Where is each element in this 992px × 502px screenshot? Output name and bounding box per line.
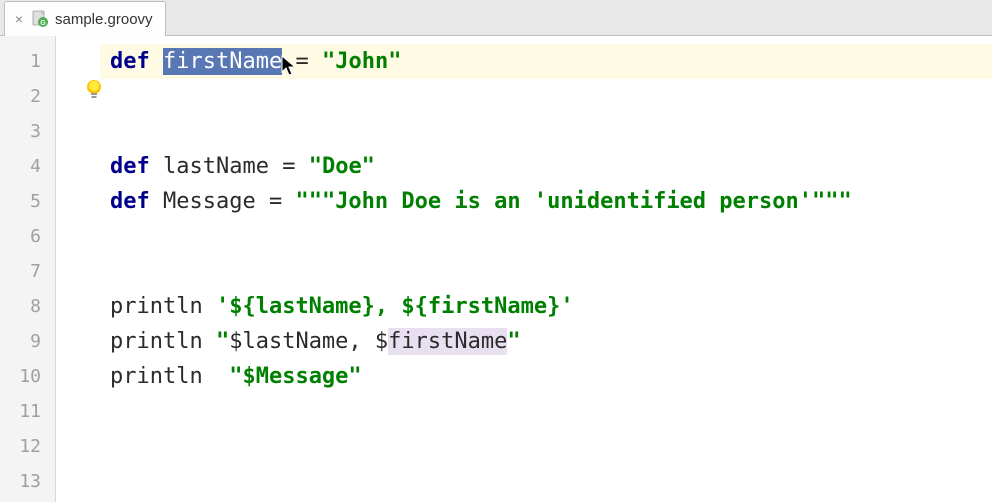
groovy-file-icon: G	[31, 10, 49, 28]
line-number[interactable]: 7	[0, 254, 55, 289]
code-line[interactable]	[100, 394, 992, 429]
line-number[interactable]: 4	[0, 149, 55, 184]
string-quote: "	[507, 329, 520, 354]
line-number[interactable]: 8	[0, 289, 55, 324]
tab-filename: sample.groovy	[55, 11, 153, 28]
code-line[interactable]	[100, 429, 992, 464]
code-text: =	[282, 49, 322, 74]
function-call: println	[110, 364, 229, 389]
keyword: def	[110, 154, 150, 179]
svg-text:G: G	[40, 20, 46, 27]
identifier-usage: firstName	[388, 328, 507, 355]
code-text: Message =	[150, 189, 296, 214]
code-line[interactable]	[100, 254, 992, 289]
code-line[interactable]	[100, 114, 992, 149]
code-line[interactable]: println '${lastName}, ${firstName}'	[100, 289, 992, 324]
editor: 1 2 3 4 5 6 7 8 9 10 11 12 13 def firstN…	[0, 36, 992, 502]
string-literal: """John Doe is an 'unidentified person'"…	[295, 189, 851, 214]
code-text: lastName =	[150, 154, 309, 179]
string-literal: "$Message"	[229, 364, 361, 389]
string-quote: "	[216, 329, 229, 354]
code-line[interactable]: def Message = """John Doe is an 'unident…	[100, 184, 992, 219]
line-number[interactable]: 12	[0, 429, 55, 464]
code-area[interactable]: def firstName = "John" def lastName = "D…	[100, 36, 992, 502]
gutter: 1 2 3 4 5 6 7 8 9 10 11 12 13	[0, 36, 56, 502]
line-number[interactable]: 10	[0, 359, 55, 394]
string-literal: '${lastName}, ${firstName}'	[216, 294, 574, 319]
keyword: def	[110, 49, 150, 74]
tab-bar: × G sample.groovy	[0, 0, 992, 36]
code-line[interactable]: println "$Message"	[100, 359, 992, 394]
code-line[interactable]	[100, 219, 992, 254]
code-line[interactable]	[100, 79, 992, 114]
close-icon[interactable]: ×	[13, 13, 25, 25]
line-number[interactable]: 9	[0, 324, 55, 359]
line-number[interactable]: 2	[0, 79, 55, 114]
function-call: println	[110, 294, 216, 319]
string-literal: "Doe"	[309, 154, 375, 179]
selected-identifier: firstName	[163, 48, 282, 75]
line-number[interactable]: 11	[0, 394, 55, 429]
function-call: println	[110, 329, 216, 354]
line-number[interactable]: 3	[0, 114, 55, 149]
code-line[interactable]: def firstName = "John"	[100, 44, 992, 79]
code-text: $lastName, $	[229, 329, 388, 354]
keyword: def	[110, 189, 150, 214]
string-literal: "John"	[322, 49, 401, 74]
line-number[interactable]: 6	[0, 219, 55, 254]
line-number[interactable]: 5	[0, 184, 55, 219]
code-line[interactable]: println "$lastName, $firstName"	[100, 324, 992, 359]
code-line[interactable]: def lastName = "Doe"	[100, 149, 992, 184]
file-tab[interactable]: × G sample.groovy	[4, 1, 166, 36]
editor-margin	[56, 36, 100, 502]
line-number[interactable]: 1	[0, 44, 55, 79]
line-number[interactable]: 13	[0, 464, 55, 499]
